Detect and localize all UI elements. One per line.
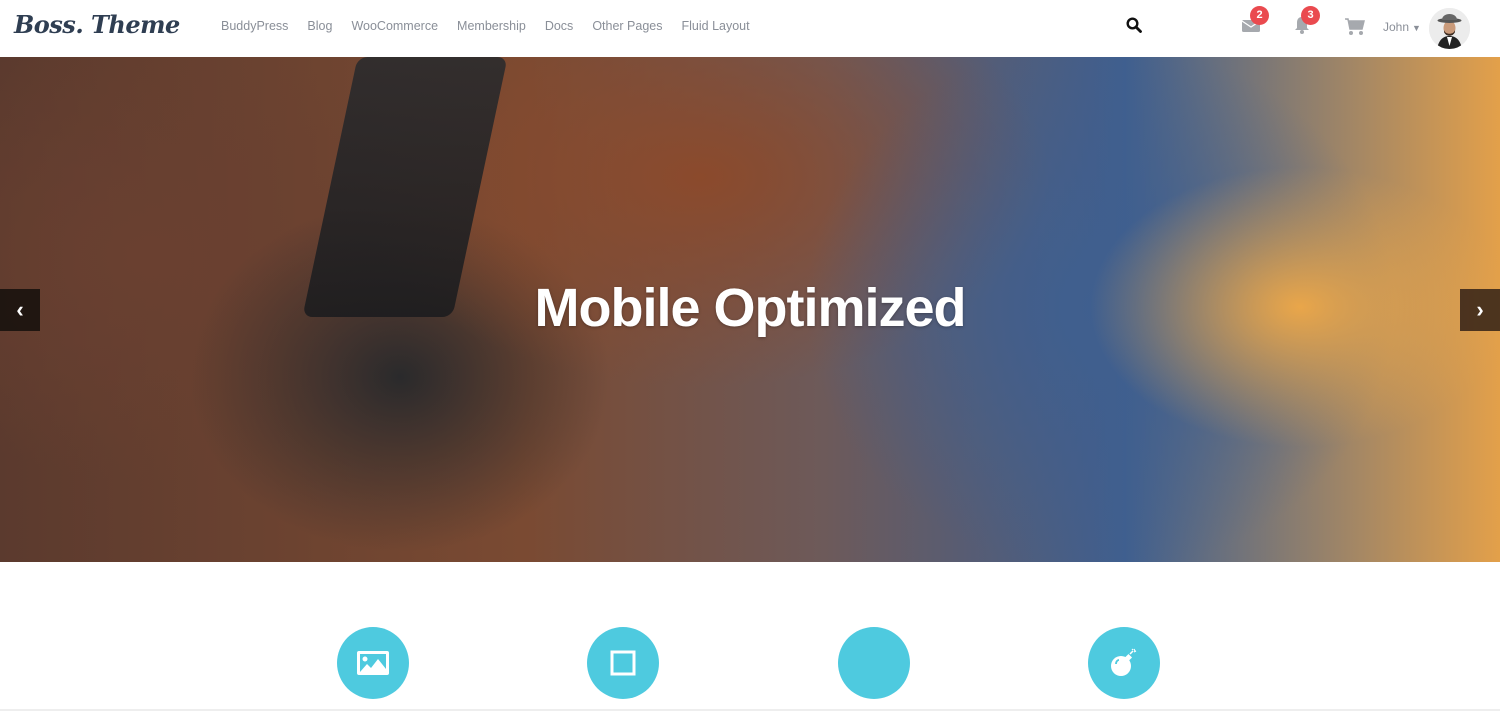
chevron-down-icon: ▼ [1412,23,1421,33]
feature-circle[interactable] [838,627,910,699]
cart-button[interactable] [1345,18,1365,38]
nav-blog[interactable]: Blog [307,19,332,33]
nav-buddypress[interactable]: BuddyPress [221,19,288,33]
nav-docs[interactable]: Docs [545,19,573,33]
cart-icon [1345,18,1365,35]
site-header: Boss. Theme BuddyPress Blog WooCommerce … [0,0,1500,57]
search-icon[interactable] [1126,17,1142,33]
slider-prev-button[interactable]: ‹ [0,289,40,331]
main-nav: BuddyPress Blog WooCommerce Membership D… [221,19,769,33]
feature-image[interactable] [337,627,409,699]
image-icon [357,651,389,675]
nav-fluid-layout[interactable]: Fluid Layout [682,19,750,33]
feature-square[interactable] [587,627,659,699]
avatar[interactable] [1429,8,1470,49]
slide-title: Mobile Optimized [534,278,966,338]
notifications-button[interactable]: 3 [1293,6,1320,36]
nav-woocommerce[interactable]: WooCommerce [351,19,438,33]
bomb-icon [1111,648,1137,676]
notifications-badge: 3 [1301,6,1320,25]
chevron-left-icon: ‹ [16,297,24,322]
user-menu[interactable]: John ▼ [1383,20,1421,34]
nav-other-pages[interactable]: Other Pages [592,19,662,33]
username: John [1383,20,1410,34]
messages-badge: 2 [1250,6,1269,25]
nav-membership[interactable]: Membership [457,19,526,33]
chevron-right-icon: › [1476,297,1484,322]
square-icon [610,650,636,676]
slider-next-button[interactable]: › [1460,289,1500,331]
features-section [0,562,1500,711]
site-logo[interactable]: Boss. Theme [14,10,180,39]
hero-slider: Mobile Optimized ‹ › [0,57,1500,562]
messages-button[interactable]: 2 [1241,6,1269,36]
feature-bomb[interactable] [1088,627,1160,699]
